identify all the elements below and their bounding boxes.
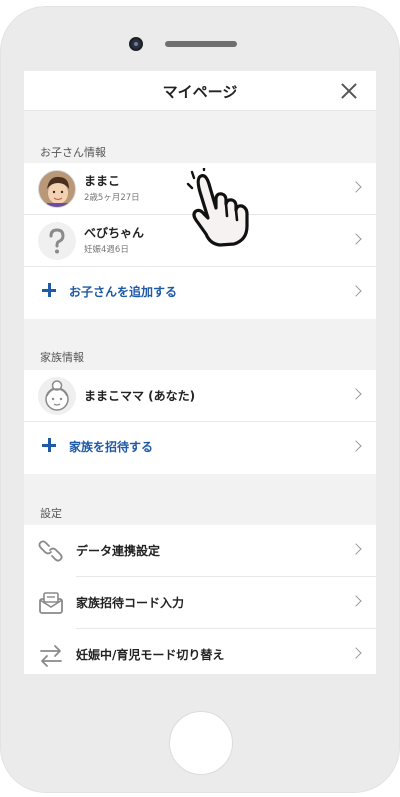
child-age: 2歳5ヶ月27日 (84, 193, 140, 203)
avatar (38, 170, 76, 208)
home-button[interactable] (169, 711, 233, 775)
add-child-label: お子さんを追加する (69, 285, 178, 299)
child-photo-icon (39, 171, 75, 207)
chevron-right-icon (350, 388, 362, 400)
envelope-icon (39, 592, 63, 614)
speaker-grille (165, 41, 237, 47)
settings-item-label: データ連携設定 (76, 544, 161, 558)
child-name: ままこ (84, 174, 121, 188)
settings-item-mode-switch[interactable]: 妊娠中/育児モード切り替え (24, 629, 376, 674)
tap-hand-icon (186, 168, 249, 247)
add-child-row[interactable]: お子さんを追加する (24, 267, 376, 319)
link-icon (38, 540, 63, 562)
chevron-right-icon (350, 181, 362, 193)
plus-icon (42, 438, 56, 452)
section-label-settings: 設定 (40, 507, 62, 520)
chevron-right-icon (350, 285, 362, 297)
invite-family-row[interactable]: 家族を招待する (24, 422, 376, 474)
pregnancy-week: 妊娠4週6日 (84, 245, 129, 255)
settings-item-data-link[interactable]: データ連携設定 (24, 525, 376, 577)
header-bar: マイページ (24, 71, 376, 111)
family-member-row[interactable]: ままこママ (あなた) (24, 370, 376, 422)
chevron-right-icon (350, 233, 362, 245)
settings-item-invite-code[interactable]: 家族招待コード入力 (24, 577, 376, 629)
chevron-right-icon (350, 647, 362, 659)
section-label-family: 家族情報 (40, 351, 84, 364)
settings-item-label: 妊娠中/育児モード切り替え (76, 648, 225, 662)
close-icon[interactable] (338, 80, 360, 102)
plus-icon (42, 283, 56, 297)
chevron-right-icon (350, 595, 362, 607)
settings-item-label: 家族招待コード入力 (76, 596, 185, 610)
child-name: べびちゃん (84, 226, 145, 240)
app-screen: マイページ お子さん情報 ままこ 2歳5ヶ月27日 べびちゃん 妊娠4週6日 お… (24, 71, 376, 674)
invite-family-label: 家族を招待する (69, 440, 154, 454)
swap-arrows-icon (40, 645, 62, 667)
avatar (38, 222, 76, 260)
front-camera (129, 37, 143, 51)
settings-list: データ連携設定 家族招待コード入力 妊娠中/育児モード切り替え (24, 525, 376, 674)
section-label-children: お子さん情報 (40, 146, 106, 159)
member-name: ままこママ (あなた) (84, 389, 196, 403)
chevron-right-icon (350, 440, 362, 452)
mama-face-icon (45, 380, 69, 411)
chevron-right-icon (350, 543, 362, 555)
family-list: ままこママ (あなた) 家族を招待する (24, 370, 376, 474)
question-mark-icon (49, 228, 65, 254)
avatar (38, 377, 76, 415)
page-title: マイページ (162, 83, 238, 101)
